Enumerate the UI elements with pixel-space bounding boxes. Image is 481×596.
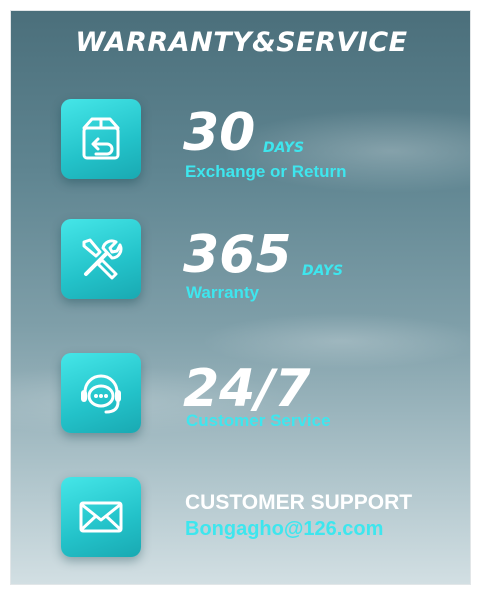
support-heading: CUSTOMER SUPPORT (185, 491, 413, 514)
warranty-label: Warranty (186, 283, 260, 302)
exchange-label: Exchange or Return (185, 162, 347, 181)
warranty-banner: WARRANTY&SERVICE 30 DAYS Exchange or Ret… (10, 10, 471, 585)
exchange-days-value: 30 (183, 103, 256, 163)
warranty-days-unit: DAYS (302, 263, 344, 279)
support-email[interactable]: Bongagho@126.com (185, 518, 383, 541)
banner-title: WARRANTY&SERVICE (75, 27, 408, 58)
return-box-icon (61, 99, 141, 179)
tools-icon (61, 219, 141, 299)
service-label: Customer Service (186, 411, 331, 430)
chat-support-icon (61, 353, 141, 433)
service-hours-value: 24/7 (183, 359, 311, 419)
exchange-days-unit: DAYS (263, 140, 305, 156)
envelope-icon (61, 477, 141, 557)
warranty-days-value: 365 (183, 225, 292, 285)
